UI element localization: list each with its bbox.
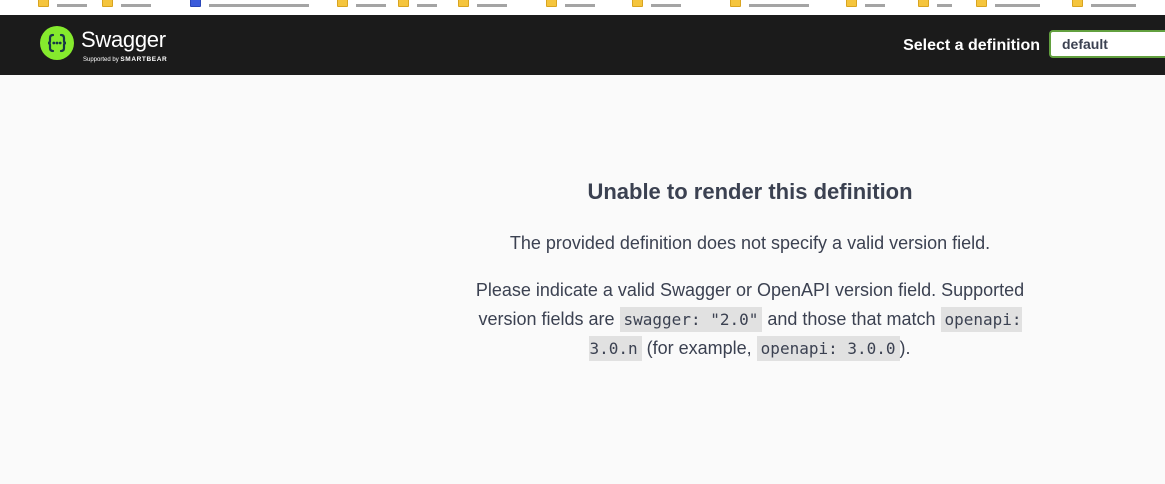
- error-instructions: Please indicate a valid Swagger or OpenA…: [460, 276, 1040, 363]
- folder-icon: [846, 0, 857, 7]
- folder-icon: [918, 0, 929, 7]
- folder-icon: [38, 0, 49, 7]
- error-title: Unable to render this definition: [587, 179, 913, 204]
- brand-name[interactable]: Swagger: [81, 27, 166, 53]
- topbar: Swagger Supported by SMARTBEAR Select a …: [0, 15, 1165, 75]
- error-panel: Unable to render this definition The pro…: [400, 178, 1100, 363]
- select-definition-label: Select a definition: [903, 37, 1040, 54]
- bookmark-item[interactable]: [632, 0, 681, 9]
- bookmark-item[interactable]: [546, 0, 595, 9]
- bookmark-item[interactable]: [102, 0, 151, 9]
- brand-subtitle: Supported by SMARTBEAR: [83, 56, 167, 64]
- folder-icon: [102, 0, 113, 7]
- folder-icon: [632, 0, 643, 7]
- folder-icon: [976, 0, 987, 7]
- instruction-text: (for example,: [641, 338, 757, 358]
- brand-sub-company: SMARTBEAR: [120, 56, 168, 63]
- bookmark-item[interactable]: [38, 0, 87, 9]
- folder-icon: [190, 0, 201, 7]
- bookmark-item[interactable]: [190, 0, 309, 9]
- swagger-logo-icon[interactable]: [40, 26, 74, 60]
- folder-icon: [337, 0, 348, 7]
- bookmark-item[interactable]: [398, 0, 437, 9]
- error-message: The provided definition does not specify…: [509, 233, 991, 253]
- folder-icon: [1072, 0, 1083, 7]
- bookmark-item[interactable]: [458, 0, 507, 9]
- bookmark-item[interactable]: [730, 0, 809, 9]
- instruction-text: and those that match: [762, 309, 941, 329]
- definition-select[interactable]: default: [1049, 30, 1165, 58]
- bookmark-item[interactable]: [846, 0, 885, 9]
- code-swagger-version: swagger: "2.0": [619, 307, 763, 332]
- bookmark-item[interactable]: [918, 0, 952, 9]
- bookmark-item[interactable]: [1072, 0, 1136, 9]
- folder-icon: [730, 0, 741, 7]
- folder-icon: [398, 0, 409, 7]
- code-openapi-example: openapi: 3.0.0: [756, 336, 900, 361]
- bookmarks-bar: [0, 0, 1165, 15]
- folder-icon: [458, 0, 469, 7]
- instruction-text: ).: [899, 338, 911, 358]
- brand-sub-prefix: Supported by: [83, 57, 119, 63]
- bookmark-item[interactable]: [976, 0, 1040, 9]
- folder-icon: [546, 0, 557, 7]
- bookmark-item[interactable]: [337, 0, 386, 9]
